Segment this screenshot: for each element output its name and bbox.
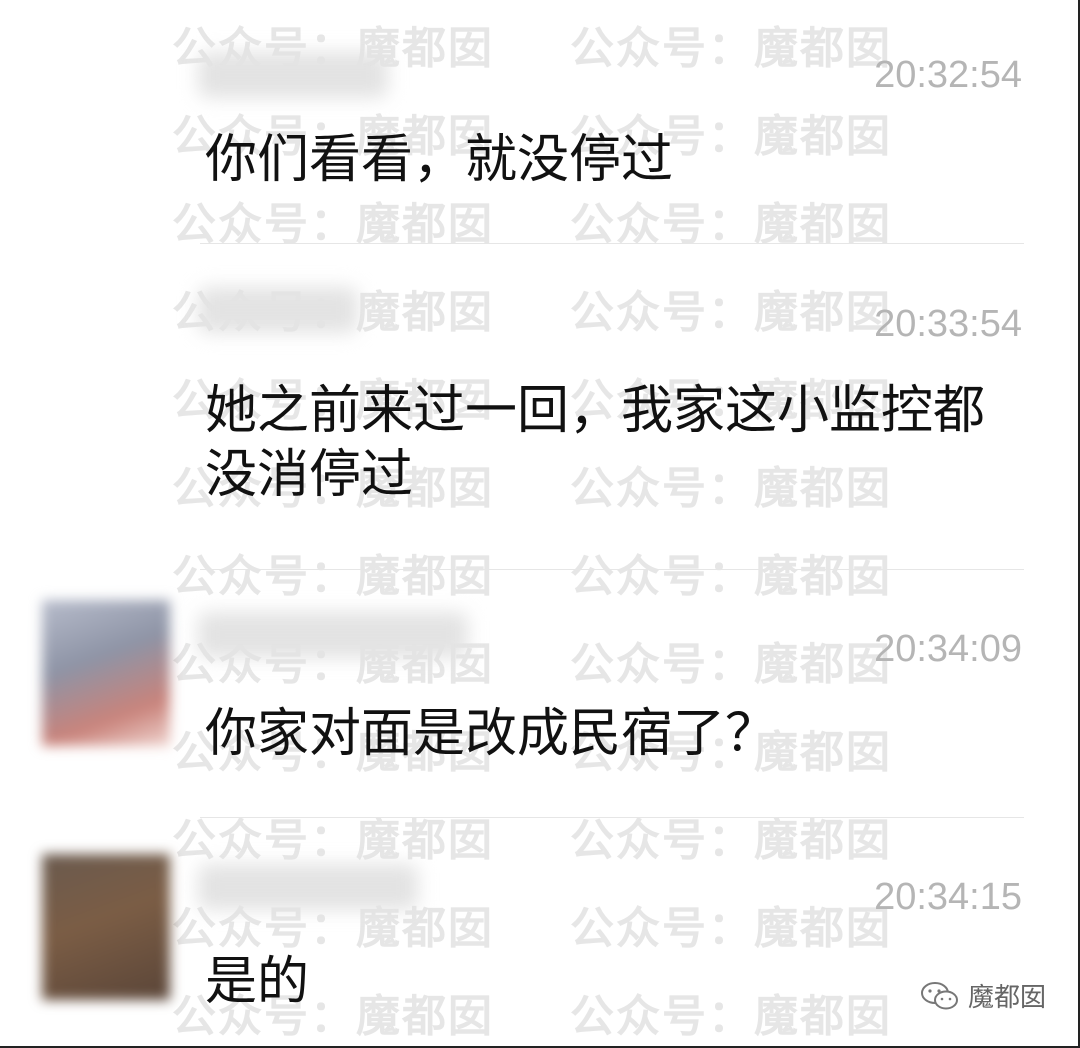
sender-name-blurred — [198, 52, 388, 98]
chat-message[interactable]: 20:33:54 她之前来过一回，我家这小监控都没消停过 — [0, 245, 1080, 570]
sender-name-blurred — [198, 287, 358, 333]
message-timestamp: 20:33:54 — [874, 303, 1022, 345]
message-text: 你们看看，就没停过 — [205, 130, 674, 190]
avatar[interactable] — [42, 854, 170, 1000]
chat-message[interactable]: 20:34:15 是的 — [0, 818, 1080, 1048]
brand-label: 魔都囡 — [967, 983, 1046, 1013]
sender-name-blurred — [198, 612, 468, 658]
brand-watermark: 魔都囡 — [920, 977, 1046, 1014]
chat-message[interactable]: 20:34:09 你家对面是改成民宿了？ — [0, 570, 1080, 818]
chat-message[interactable]: 20:32:54 你们看看，就没停过 — [0, 0, 1080, 245]
message-timestamp: 20:32:54 — [874, 54, 1022, 96]
message-text: 你家对面是改成民宿了？ — [205, 704, 778, 764]
message-divider — [200, 243, 1024, 244]
message-timestamp: 20:34:15 — [874, 876, 1022, 918]
message-timestamp: 20:34:09 — [874, 628, 1022, 670]
avatar[interactable] — [42, 600, 170, 746]
message-text: 是的 — [205, 952, 310, 1012]
wechat-icon — [920, 981, 958, 1009]
message-text: 她之前来过一回，我家这小监控都没消停过 — [205, 381, 986, 505]
sender-name-blurred — [198, 864, 418, 910]
